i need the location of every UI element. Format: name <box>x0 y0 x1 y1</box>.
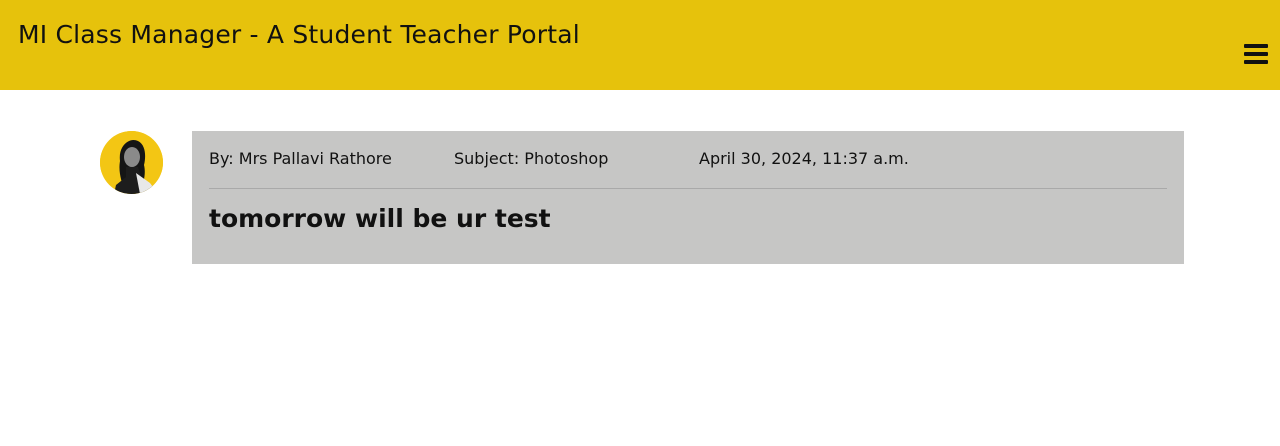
post-message: tomorrow will be ur test <box>209 204 551 233</box>
hamburger-menu-icon[interactable] <box>1244 44 1268 65</box>
site-title: MI Class Manager - A Student Teacher Por… <box>18 20 580 49</box>
menu-bar-middle <box>1244 52 1268 56</box>
card-divider <box>209 188 1167 189</box>
author-avatar <box>100 131 163 194</box>
menu-bar-bottom <box>1244 60 1268 64</box>
post-date: April 30, 2024, 11:37 a.m. <box>699 149 909 168</box>
avatar-portrait-image <box>100 131 163 194</box>
post-subject: Subject: Photoshop <box>454 149 609 168</box>
menu-bar-top <box>1244 44 1268 48</box>
site-header: MI Class Manager - A Student Teacher Por… <box>0 0 1280 90</box>
announcement-card: By: Mrs Pallavi Rathore Subject: Photosh… <box>192 131 1184 264</box>
post-author: By: Mrs Pallavi Rathore <box>209 149 392 168</box>
